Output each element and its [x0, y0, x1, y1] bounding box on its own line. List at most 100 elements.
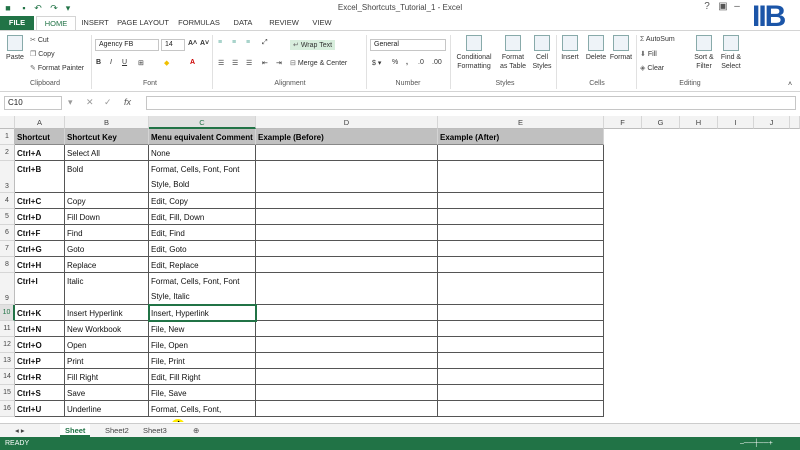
- example-after-cell[interactable]: [438, 369, 604, 385]
- shortcut-key-cell[interactable]: Ctrl+S: [15, 385, 65, 401]
- header-cell-example-before[interactable]: Example (Before): [256, 129, 438, 145]
- shortcut-key-cell[interactable]: Ctrl+P: [15, 353, 65, 369]
- comma-icon[interactable]: ,: [406, 59, 408, 66]
- align-right-icon[interactable]: ☰: [246, 59, 252, 67]
- menu-equivalent-cell[interactable]: None: [149, 145, 256, 161]
- collapse-ribbon-icon[interactable]: ˄: [788, 81, 792, 88]
- example-after-cell[interactable]: [438, 273, 604, 305]
- fill-color-icon[interactable]: ◆: [164, 59, 169, 67]
- menu-equivalent-cell[interactable]: File, New: [149, 321, 256, 337]
- row-header[interactable]: 15: [0, 385, 15, 401]
- menu-equivalent-cell[interactable]: File, Open: [149, 337, 256, 353]
- row-header[interactable]: 13: [0, 353, 15, 369]
- menu-equivalent-cell[interactable]: Insert, Hyperlink: [148, 304, 257, 322]
- shortcut-key-cell[interactable]: Ctrl+K: [15, 305, 65, 321]
- function-cell[interactable]: Open: [65, 337, 149, 353]
- worksheet-grid[interactable]: A B C D E F G H I J 1 Shortcut Key Short…: [0, 116, 800, 422]
- example-after-cell[interactable]: [438, 193, 604, 209]
- font-name-select[interactable]: Agency FB: [95, 39, 159, 51]
- name-box[interactable]: C10: [4, 96, 62, 110]
- tab-home[interactable]: HOME: [36, 16, 76, 30]
- namebox-dropdown-icon[interactable]: ▾: [68, 97, 73, 108]
- column-header-e[interactable]: E: [438, 116, 604, 129]
- function-cell[interactable]: Goto: [65, 241, 149, 257]
- example-before-cell[interactable]: [256, 353, 438, 369]
- function-cell[interactable]: Fill Down: [65, 209, 149, 225]
- example-before-cell[interactable]: [256, 145, 438, 161]
- row-header[interactable]: 6: [0, 225, 15, 241]
- example-before-cell[interactable]: [256, 241, 438, 257]
- function-cell[interactable]: New Workbook: [65, 321, 149, 337]
- example-before-cell[interactable]: [256, 273, 438, 305]
- insert-cells-button[interactable]: Insert: [558, 35, 582, 62]
- conditional-formatting-button[interactable]: Conditional Formatting: [452, 35, 496, 71]
- row-header[interactable]: 7: [0, 241, 15, 257]
- function-cell[interactable]: Italic: [65, 273, 149, 305]
- formula-input[interactable]: [146, 96, 796, 110]
- merge-center-button[interactable]: ⊟ Merge & Center: [290, 59, 347, 67]
- shortcut-key-cell[interactable]: Ctrl+U: [15, 401, 65, 417]
- example-after-cell[interactable]: [438, 145, 604, 161]
- function-cell[interactable]: Find: [65, 225, 149, 241]
- top-align-icon[interactable]: ≡: [218, 39, 222, 46]
- column-header-d[interactable]: D: [256, 116, 438, 129]
- zoom-slider-icon[interactable]: –──┼──+: [740, 437, 773, 450]
- insert-function-icon[interactable]: fx: [124, 97, 131, 107]
- header-cell-shortcut-key[interactable]: Shortcut Key: [15, 129, 65, 145]
- tab-formulas[interactable]: FORMULAS: [176, 16, 222, 30]
- function-cell[interactable]: Bold: [65, 161, 149, 193]
- fill-button[interactable]: ⬇ Fill: [640, 50, 657, 58]
- shortcut-key-cell[interactable]: Ctrl+D: [15, 209, 65, 225]
- tab-review[interactable]: REVIEW: [264, 16, 304, 30]
- currency-icon[interactable]: $ ▾: [372, 59, 381, 67]
- row-header[interactable]: 3: [0, 161, 15, 193]
- menu-equivalent-cell[interactable]: Format, Cells, Font, Font Style, Italic: [149, 273, 256, 305]
- menu-equivalent-cell[interactable]: Format, Cells, Font, Font Style, Bold: [149, 161, 256, 193]
- format-cells-button[interactable]: Format: [608, 35, 634, 62]
- shrink-font-icon[interactable]: A˅: [200, 40, 209, 47]
- orientation-icon[interactable]: ⤢: [262, 39, 268, 47]
- shortcut-key-cell[interactable]: Ctrl+H: [15, 257, 65, 273]
- example-before-cell[interactable]: [256, 257, 438, 273]
- help-icon[interactable]: ?: [700, 1, 714, 12]
- function-cell[interactable]: Copy: [65, 193, 149, 209]
- menu-equivalent-cell[interactable]: Edit, Copy: [149, 193, 256, 209]
- row-header[interactable]: 2: [0, 145, 15, 161]
- align-center-icon[interactable]: ☰: [232, 59, 238, 67]
- font-size-select[interactable]: 14: [161, 39, 185, 51]
- borders-icon[interactable]: ⊞: [138, 59, 144, 67]
- middle-align-icon[interactable]: ≡: [232, 39, 236, 46]
- example-after-cell[interactable]: [438, 337, 604, 353]
- function-cell[interactable]: Replace: [65, 257, 149, 273]
- function-cell[interactable]: Print: [65, 353, 149, 369]
- menu-equivalent-cell[interactable]: File, Save: [149, 385, 256, 401]
- example-after-cell[interactable]: [438, 353, 604, 369]
- column-header-b[interactable]: B: [65, 116, 149, 129]
- increase-indent-icon[interactable]: ⇥: [276, 59, 282, 67]
- example-after-cell[interactable]: [438, 257, 604, 273]
- header-cell-menu-equivalent[interactable]: Menu equivalent Comment: [149, 129, 256, 145]
- number-format-select[interactable]: General: [370, 39, 446, 51]
- delete-cells-button[interactable]: Delete: [584, 35, 608, 62]
- function-cell[interactable]: Fill Right: [65, 369, 149, 385]
- header-cell-example-after[interactable]: Example (After): [438, 129, 604, 145]
- italic-button[interactable]: I: [110, 59, 112, 66]
- paste-button[interactable]: Paste: [4, 35, 26, 62]
- example-after-cell[interactable]: [438, 241, 604, 257]
- format-as-table-button[interactable]: Format as Table: [498, 35, 528, 71]
- sheet-tab-sheet2[interactable]: Sheet2: [100, 424, 134, 437]
- column-header-h[interactable]: H: [680, 116, 718, 129]
- column-header-a[interactable]: A: [15, 116, 65, 129]
- menu-equivalent-cell[interactable]: Format, Cells, Font, Underline,: [149, 401, 256, 417]
- ribbon-display-icon[interactable]: ▣: [716, 1, 730, 12]
- column-header-f[interactable]: F: [604, 116, 642, 129]
- find-select-button[interactable]: Find & Select: [718, 35, 744, 71]
- row-header[interactable]: 5: [0, 209, 15, 225]
- shortcut-key-cell[interactable]: Ctrl+R: [15, 369, 65, 385]
- row-header[interactable]: 14: [0, 369, 15, 385]
- grow-font-icon[interactable]: A˄: [188, 40, 197, 47]
- menu-equivalent-cell[interactable]: File, Print: [149, 353, 256, 369]
- underline-button[interactable]: U: [122, 59, 127, 66]
- shortcut-key-cell[interactable]: Ctrl+G: [15, 241, 65, 257]
- tab-page-layout[interactable]: PAGE LAYOUT: [114, 16, 172, 30]
